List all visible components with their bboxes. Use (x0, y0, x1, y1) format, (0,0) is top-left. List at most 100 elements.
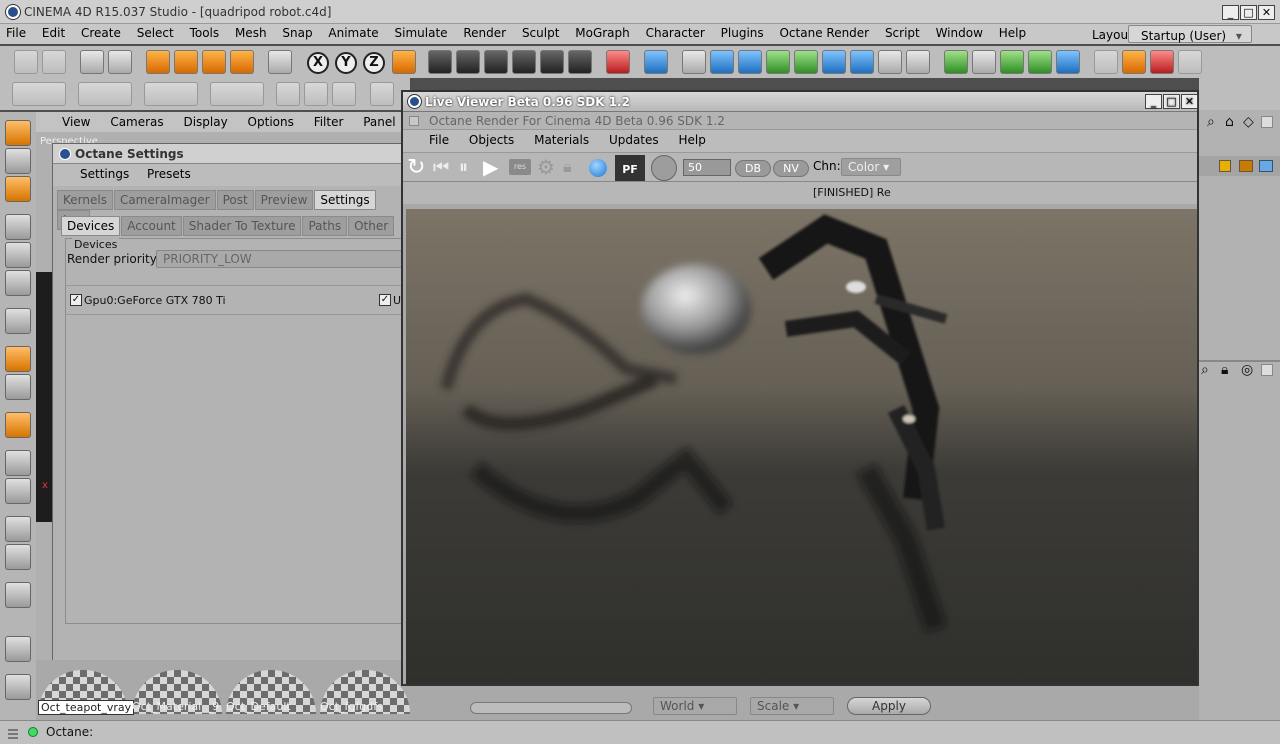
menu-simulate[interactable]: Simulate (389, 24, 454, 42)
lv-maximize-button[interactable]: □ (1163, 94, 1180, 109)
layout-split-icon[interactable] (5, 544, 31, 570)
coordinate-system-icon[interactable] (392, 50, 416, 74)
mograph-matrix-icon[interactable] (972, 50, 996, 74)
menu-character[interactable]: Character (640, 24, 711, 42)
pick-icon[interactable] (651, 155, 677, 181)
material-label[interactable]: Oct_fgfgdfs (320, 700, 383, 713)
generator-icon[interactable] (144, 82, 198, 106)
tab-post[interactable]: Post (216, 190, 254, 210)
rectangle-select-icon[interactable] (108, 50, 132, 74)
sphere-icon[interactable] (589, 159, 607, 177)
z-axis-lock-button[interactable]: Z (363, 52, 385, 74)
channel-select[interactable]: Color ▾ (841, 158, 901, 176)
target-icon[interactable]: ◎ (1241, 362, 1253, 378)
menu-animate[interactable]: Animate (322, 24, 384, 42)
subtab-paths[interactable]: Paths (302, 216, 348, 236)
lock-icon[interactable]: 🔒︎ (1221, 362, 1228, 378)
render-region-icon[interactable] (456, 50, 480, 74)
menu-snap[interactable]: Snap (276, 24, 318, 42)
material-label[interactable]: Oct_teapot_vray (38, 700, 135, 715)
edges-mode-icon[interactable] (5, 242, 31, 268)
light-icon[interactable] (906, 50, 930, 74)
model-mode-icon[interactable] (268, 50, 292, 74)
material-icon[interactable] (1122, 50, 1146, 74)
x-axis-lock-button[interactable]: X (307, 52, 329, 74)
menu-tools[interactable]: Tools (184, 24, 226, 42)
menu-edit[interactable]: Edit (36, 24, 71, 42)
rotate-icon[interactable] (174, 50, 198, 74)
menu-mesh[interactable]: Mesh (229, 24, 273, 42)
search-icon[interactable]: ⌕ (1207, 114, 1215, 130)
render-settings-icon[interactable] (568, 50, 592, 74)
samples-spinner[interactable]: 50 (683, 159, 731, 176)
material-label[interactable]: Oct_Default (226, 700, 291, 713)
grid-snap-icon[interactable] (5, 450, 31, 476)
menu-window[interactable]: Window (930, 24, 989, 42)
octane-menu-presets[interactable]: Presets (140, 164, 198, 184)
points-mode-icon[interactable] (5, 214, 31, 240)
layout-free-icon[interactable] (5, 636, 31, 662)
render-view-icon[interactable] (428, 50, 452, 74)
lv-menu-help[interactable]: Help (670, 130, 713, 150)
panel-options-icon[interactable] (1261, 364, 1273, 376)
pause-icon[interactable]: ⏸ (459, 157, 468, 178)
rewind-icon[interactable]: ⏮ (433, 157, 449, 178)
deformer-icon[interactable] (822, 50, 846, 74)
axis-mode-icon[interactable] (5, 346, 31, 372)
minimize-button[interactable]: _ (1222, 5, 1239, 20)
hair-icon[interactable] (1000, 50, 1024, 74)
sphere-icon[interactable] (710, 50, 734, 74)
subtab-shader-to-texture[interactable]: Shader To Texture (182, 216, 302, 236)
y-axis-lock-button[interactable]: Y (335, 52, 357, 74)
camera-icon[interactable] (878, 50, 902, 74)
move-icon[interactable] (146, 50, 170, 74)
scale-icon[interactable] (202, 50, 226, 74)
close-button[interactable]: ✕ (1258, 5, 1275, 20)
render-priority-select[interactable]: PRIORITY_LOW (156, 250, 406, 268)
menu-script[interactable]: Script (879, 24, 926, 42)
ruler-123-icon[interactable] (304, 82, 328, 106)
nurbs-icon[interactable] (766, 50, 790, 74)
viewport-menu-display[interactable]: Display (175, 112, 235, 132)
settings-gear-icon[interactable]: ⚙ (537, 155, 555, 179)
lv-minimize-button[interactable]: _ (1145, 94, 1162, 109)
cube-icon[interactable] (682, 50, 706, 74)
lock-icon[interactable]: 🔒︎ (563, 157, 572, 177)
menu-file[interactable]: File (0, 24, 32, 42)
spline-pen-icon[interactable] (12, 82, 66, 106)
lv-menu-objects[interactable]: Objects (461, 130, 522, 150)
live-viewer-title-bar[interactable]: Live Viewer Beta 0.96 SDK 1.2 _ □ ✕ (403, 92, 1198, 112)
subtab-devices[interactable]: Devices (61, 216, 121, 236)
clapboard-icon[interactable] (1094, 50, 1118, 74)
home-icon[interactable]: ⌂ (1225, 114, 1234, 130)
array-icon[interactable] (794, 50, 818, 74)
nv-button[interactable]: NV (773, 160, 809, 177)
menu-octane-render[interactable]: Octane Render (773, 24, 875, 42)
lv-close-button[interactable]: ✕ (1181, 94, 1198, 109)
menu-render[interactable]: Render (457, 24, 512, 42)
viewport-menu-panel[interactable]: Panel (355, 112, 403, 132)
document-icon[interactable] (1178, 50, 1202, 74)
viewport-menu-options[interactable]: Options (240, 112, 302, 132)
menu-mograph[interactable]: MoGraph (569, 24, 636, 42)
mograph-cloner-icon[interactable] (944, 50, 968, 74)
target-icon[interactable] (370, 82, 394, 106)
tab-cameraimager[interactable]: CameraImager (113, 190, 216, 210)
render-active-object-icon[interactable] (484, 50, 508, 74)
subtab-other[interactable]: Other (348, 216, 395, 236)
lv-menu-updates[interactable]: Updates (601, 130, 667, 150)
menu-sculpt[interactable]: Sculpt (516, 24, 565, 42)
render-output[interactable] (406, 209, 1197, 684)
horizontal-scrollbar[interactable] (470, 702, 632, 714)
viewport-menu-filter[interactable]: Filter (306, 112, 352, 132)
render-picture-viewer-icon[interactable] (512, 50, 536, 74)
sync-icon[interactable] (1056, 50, 1080, 74)
gpu0-use-checkbox[interactable]: ✓ (379, 294, 391, 306)
db-button[interactable]: DB (735, 160, 771, 177)
pin-icon[interactable] (409, 116, 419, 126)
material-label[interactable]: Oct_Material__9 (132, 700, 219, 713)
gpu0-checkbox[interactable]: ✓ (70, 294, 82, 306)
object-mode-icon[interactable] (5, 148, 31, 174)
pick-focus-button[interactable]: PF (615, 155, 645, 181)
workplane-icon[interactable] (332, 82, 356, 106)
